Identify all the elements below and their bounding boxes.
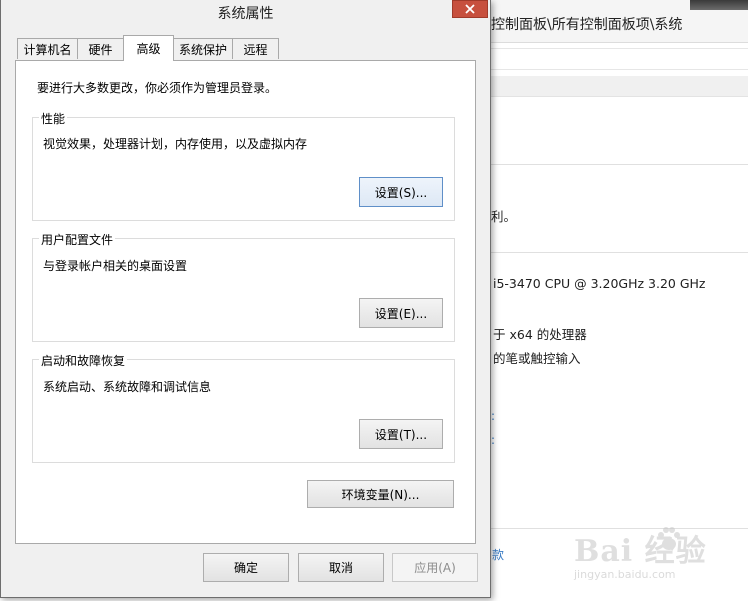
pen-touch-value: 的笔或触控输入 <box>493 351 581 366</box>
tab-computer-name[interactable]: 计算机名 <box>17 38 78 59</box>
watermark-logo: Bai 经验 jingyan.baidu.com <box>560 522 720 596</box>
divider <box>488 252 748 253</box>
performance-settings-button[interactable]: 设置(S)... <box>359 177 443 207</box>
performance-group: 性能 视觉效果，处理器计划，内存使用，以及虚拟内存 设置(S)... <box>32 110 455 221</box>
startup-recovery-description: 系统启动、系统故障和调试信息 <box>43 380 212 394</box>
tab-hardware[interactable]: 硬件 <box>77 38 124 59</box>
watermark-url: jingyan.baidu.com <box>574 568 676 581</box>
link-fragment[interactable]: : <box>491 409 495 423</box>
system-type-value: 于 x64 的处理器 <box>493 327 587 342</box>
startup-recovery-settings-button[interactable]: 设置(T)... <box>359 419 443 449</box>
paw-icon <box>658 527 680 550</box>
watermark-text: Bai 经验 <box>574 534 707 569</box>
startup-recovery-group: 启动和故障恢复 系统启动、系统故障和调试信息 设置(T)... <box>32 352 455 463</box>
user-profiles-legend: 用户配置文件 <box>39 231 116 248</box>
dialog-title: 系统属性 <box>217 6 274 22</box>
cancel-button[interactable]: 取消 <box>298 553 384 582</box>
system-properties-dialog: 系统属性 计算机名 硬件 高级 系统保护 远程 要进行大多数更改，你必须作为管理… <box>0 0 491 598</box>
apply-button[interactable]: 应用(A) <box>392 553 478 582</box>
bottom-link[interactable]: 款 <box>492 546 504 563</box>
processor-value: i5-3470 CPU @ 3.20GHz 3.20 GHz <box>493 276 706 291</box>
performance-description: 视觉效果，处理器计划，内存使用，以及虚拟内存 <box>43 137 308 151</box>
user-profiles-settings-button[interactable]: 设置(E)... <box>359 298 443 328</box>
breadcrumb[interactable]: 控制面板\所有控制面板项\系统 <box>491 14 682 34</box>
dialog-titlebar[interactable]: 系统属性 <box>1 0 490 24</box>
tab-advanced[interactable]: 高级 <box>123 35 174 61</box>
control-panel-section-header <box>488 76 748 97</box>
environment-variables-button[interactable]: 环境变量(N)... <box>307 480 454 508</box>
tab-remote[interactable]: 远程 <box>232 38 279 59</box>
close-button[interactable] <box>452 0 488 18</box>
ok-button[interactable]: 确定 <box>203 553 289 582</box>
link-fragment[interactable]: : <box>491 433 495 447</box>
advanced-tab-panel: 要进行大多数更改，你必须作为管理员登录。 性能 视觉效果，处理器计划，内存使用，… <box>15 60 476 544</box>
user-profiles-group: 用户配置文件 与登录帐户相关的桌面设置 设置(E)... <box>32 231 455 342</box>
control-panel-toolbar <box>488 48 748 70</box>
startup-recovery-legend: 启动和故障恢复 <box>39 352 128 369</box>
divider <box>488 164 748 165</box>
admin-note: 要进行大多数更改，你必须作为管理员登录。 <box>37 81 278 95</box>
user-profiles-description: 与登录帐户相关的桌面设置 <box>43 259 188 273</box>
copyright-text: 利。 <box>491 209 517 224</box>
performance-legend: 性能 <box>39 110 68 127</box>
window-edge <box>690 0 748 10</box>
close-icon <box>465 4 475 14</box>
tab-system-protection[interactable]: 系统保护 <box>173 38 233 59</box>
